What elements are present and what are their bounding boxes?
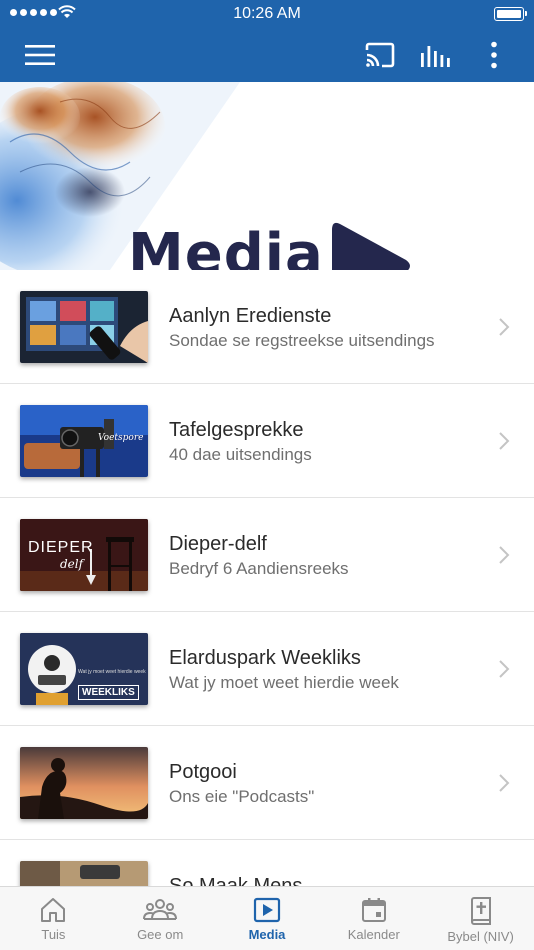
tab-label: Bybel (NIV) <box>447 929 514 944</box>
tab-label: Media <box>248 927 286 942</box>
status-time: 10:26 AM <box>233 5 301 22</box>
thumbnail-tv-remote <box>20 291 148 363</box>
item-title: So Maak Mens <box>169 875 303 886</box>
status-bar: 10:26 AM <box>0 0 534 28</box>
list-item-potgooi[interactable]: Potgooi Ons eie "Podcasts" <box>0 726 534 840</box>
menu-button[interactable] <box>18 28 62 82</box>
list-item-tafelgesprekke[interactable]: Voetspore Tafelgesprekke 40 dae uitsendi… <box>0 384 534 498</box>
thumbnail-caption: Voetspore <box>98 433 144 443</box>
item-title: Aanlyn Eredienste <box>169 305 332 327</box>
play-square-icon <box>253 897 281 923</box>
hamburger-menu-icon <box>25 45 55 65</box>
tab-kalender[interactable]: Kalender <box>320 887 427 950</box>
list-item-dieper-delf[interactable]: DIEPER delf Dieper-delf Bedryf 6 Aandien… <box>0 498 534 612</box>
chevron-right-icon <box>499 546 510 564</box>
tab-gee-om[interactable]: Gee om <box>107 887 214 950</box>
tab-media[interactable]: Media <box>214 887 321 950</box>
play-icon <box>332 222 410 270</box>
home-icon <box>41 898 66 922</box>
thumbnail-caption: WEEKLIKS <box>78 685 139 700</box>
chevron-right-icon <box>499 318 510 336</box>
thumbnail-sunset <box>20 747 148 819</box>
app-bar <box>0 28 534 82</box>
battery-icon <box>494 7 527 21</box>
bible-icon <box>470 897 491 925</box>
thumbnail-caption-2: Wat jy moet weet hierdie week <box>78 669 146 675</box>
chevron-right-icon <box>499 432 510 450</box>
audio-button[interactable] <box>414 28 458 82</box>
tab-tuis[interactable]: Tuis <box>0 887 107 950</box>
tab-bybel[interactable]: Bybel (NIV) <box>427 887 534 950</box>
hero-title: Media <box>128 222 324 271</box>
item-subtitle: Bedryf 6 Aandiensreeks <box>169 559 349 578</box>
cast-button[interactable] <box>358 28 402 82</box>
tab-bar: Tuis Gee om Media Kalender Bybel (NIV) <box>0 886 534 950</box>
chevron-right-icon <box>499 774 510 792</box>
media-list: Aanlyn Eredienste Sondae se regstreekse … <box>0 270 534 886</box>
item-subtitle: Sondae se regstreekse uitsendings <box>169 331 435 350</box>
item-subtitle: 40 dae uitsendings <box>169 445 312 464</box>
more-vertical-icon <box>491 41 497 69</box>
thumbnail-caption-2: delf <box>60 557 84 571</box>
tab-label: Tuis <box>41 927 66 942</box>
media-hero-banner: Media <box>0 82 534 270</box>
list-item-elarduspark-weekliks[interactable]: Wat jy moet weet hierdie week WEEKLIKS E… <box>0 612 534 726</box>
thumbnail-dieper: DIEPER delf <box>20 519 148 591</box>
item-title: Potgooi <box>169 761 237 783</box>
thumbnail-caption: DIEPER <box>28 539 94 556</box>
item-subtitle: Wat jy moet weet hierdie week <box>169 673 399 692</box>
thumbnail-so-maak-mens <box>20 861 148 886</box>
thumbnail-weekliks: Wat jy moet weet hierdie week WEEKLIKS <box>20 633 148 705</box>
tab-label: Kalender <box>347 927 400 942</box>
list-item-aanlyn-eredienste[interactable]: Aanlyn Eredienste Sondae se regstreekse … <box>0 270 534 384</box>
item-title: Dieper-delf <box>169 533 267 555</box>
more-options-button[interactable] <box>474 28 514 82</box>
tab-label: Gee om <box>137 927 184 942</box>
item-title: Elarduspark Weekliks <box>169 647 361 669</box>
chevron-right-icon <box>499 660 510 678</box>
thumbnail-camera: Voetspore <box>20 405 148 477</box>
equalizer-icon <box>421 46 450 67</box>
people-icon <box>143 899 178 920</box>
item-subtitle: Ons eie "Podcasts" <box>169 787 315 806</box>
calendar-icon <box>361 898 386 922</box>
item-title: Tafelgesprekke <box>169 419 304 441</box>
cast-icon <box>365 42 395 68</box>
list-item-so-maak-mens[interactable]: So Maak Mens <box>0 840 534 886</box>
